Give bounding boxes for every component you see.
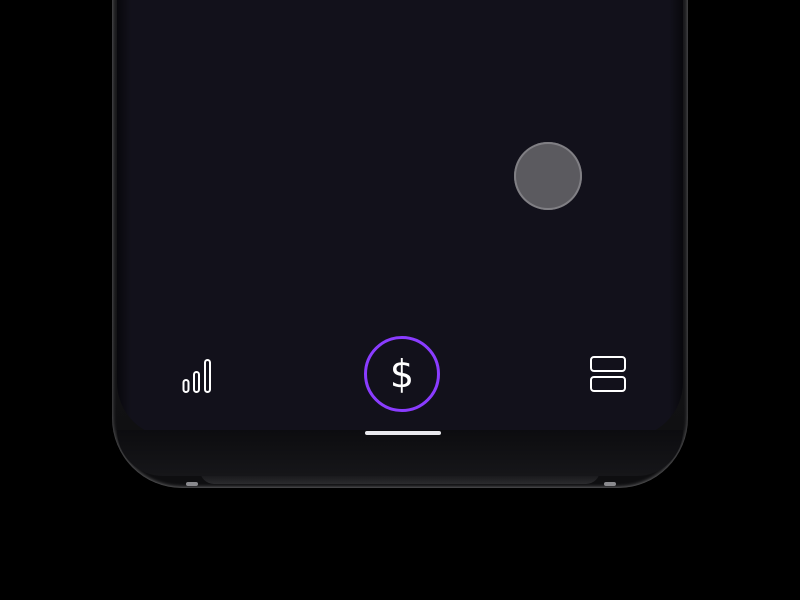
phone-chin <box>117 430 683 476</box>
screen-edge-left <box>117 0 131 438</box>
nav-item-menu[interactable] <box>588 354 628 394</box>
floating-circle-button[interactable] <box>514 142 582 210</box>
stage: $ <box>0 0 800 600</box>
phone-speaker-left <box>186 482 198 486</box>
nav-item-money[interactable]: $ <box>364 336 440 412</box>
screen-edge-right <box>669 0 683 438</box>
nav-item-stats[interactable] <box>182 358 222 394</box>
bar-chart-icon <box>182 359 211 393</box>
grid-menu-icon <box>590 356 626 392</box>
phone-speaker-right <box>604 482 616 486</box>
dollar-sign-icon: $ <box>389 352 415 396</box>
home-indicator[interactable] <box>365 431 441 435</box>
